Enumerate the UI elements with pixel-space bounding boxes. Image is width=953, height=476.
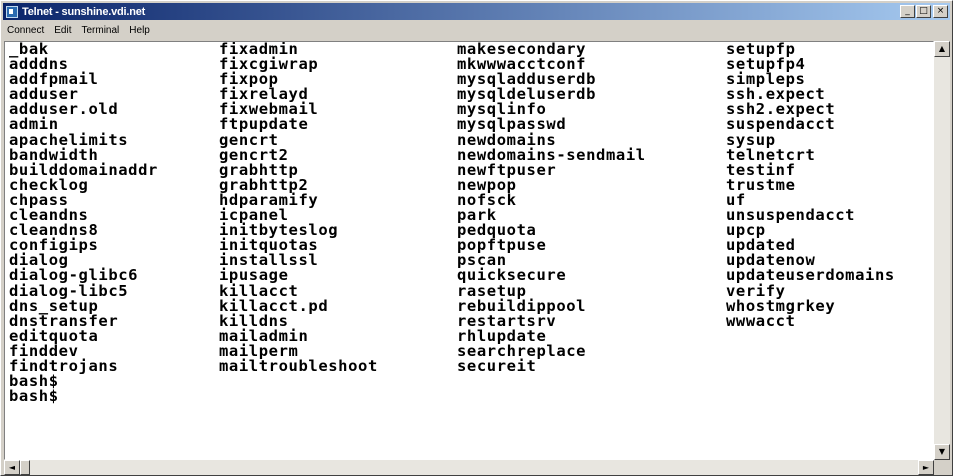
shell-prompts: bash$ bash$	[9, 373, 59, 406]
filename-entry: mailtroubleshoot	[219, 356, 378, 375]
scroll-right-arrow-icon[interactable]: ►	[918, 460, 934, 475]
menu-bar: Connect Edit Terminal Help	[3, 22, 950, 39]
close-button[interactable]: ×	[933, 5, 948, 18]
filename-entry: wwwacct	[726, 311, 796, 330]
menu-help[interactable]: Help	[129, 25, 150, 36]
title-bar[interactable]: Telnet - sunshine.vdi.net _ □ ×	[3, 3, 950, 20]
listing-column: makesecondary mkwwwacctconf mysqladduserdb…	[457, 42, 646, 374]
telnet-window: Telnet - sunshine.vdi.net _ □ × Connect …	[0, 0, 953, 476]
resize-grip[interactable]	[934, 460, 950, 475]
window-title: Telnet - sunshine.vdi.net	[22, 5, 146, 18]
listing-column: fixadmin fixcgiwrap fixpop fixrelayd fixwebm…	[219, 42, 378, 374]
listing-column: _bak adddns addfpmail adduser adduser.old adm…	[9, 42, 158, 374]
menu-connect[interactable]: Connect	[7, 25, 44, 36]
window-controls: _ □ ×	[899, 5, 948, 18]
scroll-left-arrow-icon[interactable]: ◄	[4, 460, 20, 475]
horizontal-scrollbar[interactable]: ◄ ►	[4, 460, 934, 475]
scroll-down-arrow-icon[interactable]: ▼	[934, 444, 950, 460]
menu-terminal[interactable]: Terminal	[81, 25, 119, 36]
filename-entry: trustme	[726, 175, 796, 194]
filename-entry: secureit	[457, 356, 537, 375]
menu-edit[interactable]: Edit	[54, 25, 71, 36]
scroll-up-arrow-icon[interactable]: ▲	[934, 41, 950, 57]
vertical-scrollbar[interactable]: ▲ ▼	[934, 41, 950, 460]
listing-column: setupfp setupfp4 simpleps ssh.expect ssh2.ex…	[726, 42, 895, 329]
telnet-app-icon	[6, 5, 18, 18]
terminal-output[interactable]: _bak adddns addfpmail adduser adduser.old adm…	[4, 41, 934, 460]
maximize-button[interactable]: □	[916, 5, 931, 18]
minimize-button[interactable]: _	[900, 5, 915, 18]
horizontal-scroll-thumb[interactable]	[20, 460, 30, 475]
shell-prompt: bash$	[9, 387, 59, 406]
